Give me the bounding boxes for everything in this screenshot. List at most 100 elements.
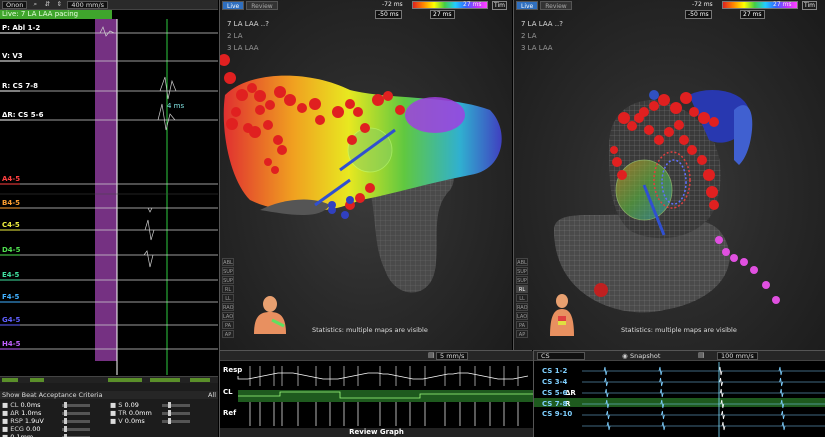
channel-label[interactable]: ΔR: CS 5-6 xyxy=(2,111,43,119)
map-list-item[interactable]: 3 LA LAA xyxy=(227,42,269,54)
criteria-value: 1.9uV xyxy=(24,417,44,425)
map-list-item[interactable]: 7 LA LAA ..? xyxy=(521,18,563,30)
criteria-row[interactable]: ■ ΔR 1.0ms xyxy=(2,409,41,417)
tab-live[interactable]: Live xyxy=(222,1,245,10)
channel-label[interactable]: F4-5 xyxy=(2,293,19,301)
tab-live[interactable]: Live xyxy=(516,1,539,10)
view-button[interactable]: RAO xyxy=(222,303,234,311)
view-button[interactable]: SUP xyxy=(516,276,528,284)
map-list-item[interactable]: 2 LA xyxy=(521,30,563,42)
view-button[interactable]: LAO xyxy=(222,312,234,320)
review-graph-traces[interactable] xyxy=(220,362,533,429)
cs-channel-label[interactable]: CS 7-8 xyxy=(542,400,567,408)
ablation-point xyxy=(722,248,730,256)
beat-timeline[interactable] xyxy=(0,377,218,383)
criteria-checkbox[interactable]: ■ xyxy=(110,401,116,409)
criteria-row[interactable]: ■ V 0.0ms xyxy=(110,417,145,425)
cs-toolbar: CS ◉ Snapshot ▤ 100 mm/s xyxy=(534,351,825,361)
channel-label[interactable]: H4-5 xyxy=(2,340,21,348)
view-button[interactable]: LL xyxy=(222,294,234,302)
channel-label[interactable]: C4-5 xyxy=(2,221,20,229)
zoom-icon[interactable]: ⌕ xyxy=(31,1,39,8)
channel-label[interactable]: D4-5 xyxy=(2,246,20,254)
resp-speed-icon[interactable]: ▤ xyxy=(428,351,435,359)
view-button[interactable]: PA xyxy=(516,321,528,329)
view-button[interactable]: LAO xyxy=(516,312,528,320)
criteria-row[interactable]: ■ CL 0.0ms xyxy=(2,401,41,409)
review-graph-title: Review Graph xyxy=(220,428,533,437)
map-left-tabs: Live Review xyxy=(222,1,278,10)
criteria-row[interactable]: ■ 0.1mm xyxy=(2,433,33,437)
map-view-right[interactable]: Live Review -72 ms -50 ms 27 ms 27 ms Ti… xyxy=(513,0,825,350)
orientation-torso-icon[interactable] xyxy=(250,292,290,334)
criteria-row[interactable]: ■ ECG 0.00 xyxy=(2,425,40,433)
view-button[interactable]: RL xyxy=(516,285,528,293)
view-button[interactable]: ABL xyxy=(222,258,234,266)
criteria-row[interactable]: ■ S 0.09 xyxy=(110,401,139,409)
criteria-value: 0.1mm xyxy=(10,433,34,437)
egm-toolbar: Onon ⌕ ⇵ ⇕ 400 mm/s xyxy=(0,0,218,10)
criteria-checkbox[interactable]: ■ xyxy=(2,425,8,433)
cs-speed-icon[interactable]: ▤ xyxy=(698,351,705,359)
cs-channel-label[interactable]: CS 3-4 xyxy=(542,378,567,386)
view-button[interactable]: PA xyxy=(222,321,234,329)
channel-label[interactable]: P: Abl 1-2 xyxy=(2,24,40,32)
criteria-checkbox[interactable]: ■ xyxy=(2,401,8,409)
criteria-checkbox[interactable]: ■ xyxy=(110,409,116,417)
criteria-slider[interactable] xyxy=(62,426,90,432)
criteria-row[interactable]: ■ RSP 1.9uV xyxy=(2,417,44,425)
cs-channel-label[interactable]: CS 5-6 xyxy=(542,389,567,397)
resp-speed-dropdown[interactable]: 5 mm/s xyxy=(436,352,469,360)
criteria-slider[interactable] xyxy=(62,418,90,424)
ablation-point xyxy=(654,135,664,145)
view-button[interactable]: ABL xyxy=(516,258,528,266)
map-view-left[interactable]: Live Review -72 ms -50 ms 27 ms 27 ms Ti… xyxy=(219,0,512,350)
camera-icon[interactable]: ◉ xyxy=(622,352,628,360)
egm-view-dropdown[interactable]: Onon xyxy=(2,0,28,9)
map-list-item[interactable]: 7 LA LAA ..? xyxy=(227,18,269,30)
cs-channel-label[interactable]: CS 1-2 xyxy=(542,367,567,375)
view-button[interactable]: RL xyxy=(222,285,234,293)
criteria-slider[interactable] xyxy=(62,402,90,408)
egm-speed-dropdown[interactable]: 400 mm/s xyxy=(67,0,109,9)
snapshot-button[interactable]: Snapshot xyxy=(630,352,660,360)
criteria-checkbox[interactable]: ■ xyxy=(2,409,8,417)
map-right-color-scale[interactable]: -72 ms -50 ms 27 ms 27 ms Tim xyxy=(684,0,825,20)
channel-label[interactable]: V: V3 xyxy=(2,52,23,60)
orientation-torso-icon[interactable] xyxy=(548,292,576,336)
map-type-button[interactable]: Tim xyxy=(492,1,507,10)
criteria-slider[interactable] xyxy=(62,410,90,416)
view-button[interactable]: AP xyxy=(516,330,528,338)
criteria-checkbox[interactable]: ■ xyxy=(2,417,8,425)
criteria-checkbox[interactable]: ■ xyxy=(110,417,116,425)
channel-label[interactable]: B4-5 xyxy=(2,199,20,207)
channel-label[interactable]: R: CS 7-8 xyxy=(2,82,38,90)
beat-acceptance-header[interactable]: Show Beat Acceptance Criteria All xyxy=(0,391,218,399)
criteria-checkbox[interactable]: ■ xyxy=(2,433,8,437)
channel-label[interactable]: A4-5 xyxy=(2,175,20,183)
tab-review[interactable]: Review xyxy=(246,1,278,10)
criteria-slider[interactable] xyxy=(162,402,190,408)
channel-label[interactable]: E4-5 xyxy=(2,271,19,279)
map-left-color-scale[interactable]: -72 ms -50 ms 27 ms 27 ms Tim xyxy=(370,0,512,20)
criteria-row[interactable]: ■ TR 0.0mm xyxy=(110,409,152,417)
view-button[interactable]: SUP xyxy=(516,267,528,275)
criteria-slider[interactable] xyxy=(162,418,190,424)
view-button[interactable]: RAO xyxy=(516,303,528,311)
cs-channel-label[interactable]: CS 9-10 xyxy=(542,410,572,418)
view-button[interactable]: SUP xyxy=(222,267,234,275)
gain-icon[interactable]: ⇕ xyxy=(55,1,63,8)
map-list-item[interactable]: 3 LA LAA xyxy=(521,42,563,54)
cs-channel-dropdown[interactable]: CS xyxy=(537,352,585,360)
tab-review[interactable]: Review xyxy=(540,1,572,10)
map-type-button[interactable]: Tim xyxy=(802,1,817,10)
view-button[interactable]: AP xyxy=(222,330,234,338)
view-button[interactable]: LL xyxy=(516,294,528,302)
split-icon[interactable]: ⇵ xyxy=(43,1,51,8)
map-list-item[interactable]: 2 LA xyxy=(227,30,269,42)
criteria-slider[interactable] xyxy=(162,410,190,416)
view-button[interactable]: SUP xyxy=(222,276,234,284)
channel-label[interactable]: G4-5 xyxy=(2,316,20,324)
channel-trace xyxy=(0,250,218,268)
cs-speed-dropdown[interactable]: 100 mm/s xyxy=(717,352,758,360)
